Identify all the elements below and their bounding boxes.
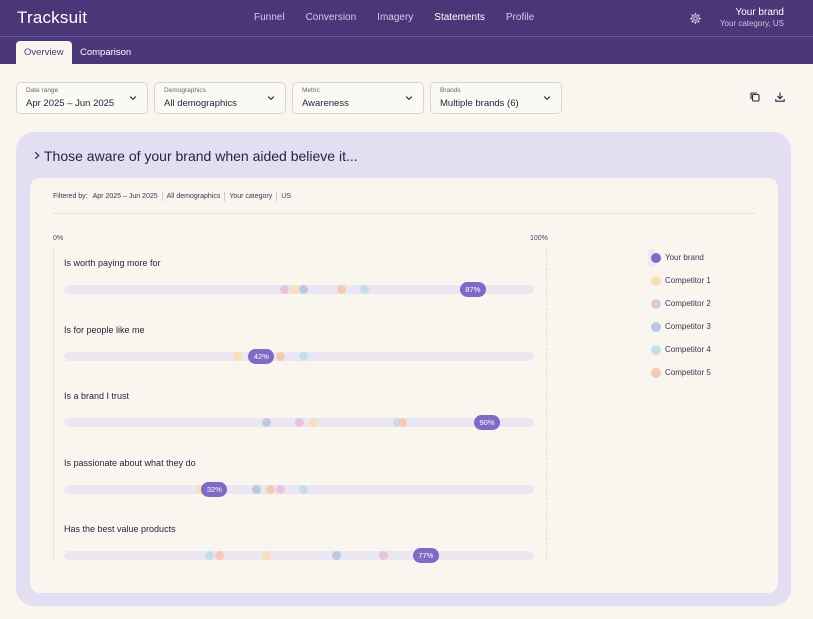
data-point-competitor-5[interactable] [266,484,276,494]
chevron-down-icon [267,96,275,101]
data-point-competitor-5[interactable] [336,285,346,294]
filtered-by-bar: Filtered by: Apr 2025 – Jun 2025 All dem… [53,192,291,201]
view-tabs-bar: Overview Comparison [0,37,813,64]
legend-dot [651,253,661,263]
filtered-by-category: Your category [229,193,273,200]
demographics-select[interactable]: Demographics All demographics [154,82,286,114]
data-point-your-brand[interactable]: 87% [459,282,486,297]
data-point-your-brand[interactable]: 42% [248,348,275,364]
legend-label: Competitor 3 [665,322,711,331]
legend-label: Competitor 5 [665,368,711,377]
statement-label: Has the best value products [64,524,176,534]
axis-line-right [546,248,547,560]
statement-label: Is passionate about what they do [64,457,196,468]
data-point-competitor-4[interactable] [299,351,309,361]
legend-label: Competitor 1 [665,276,711,285]
axis-line-left [53,248,54,560]
filtered-by-region: US [281,193,291,200]
nav-item-imagery[interactable]: Imagery [377,12,413,23]
chevron-down-icon [543,96,551,101]
data-point-competitor-5[interactable] [275,351,285,361]
copy-icon[interactable] [749,91,761,103]
nav-item-profile[interactable]: Profile [506,12,534,23]
filtered-by-date: Apr 2025 – Jun 2025 [92,193,158,200]
account-switcher[interactable]: Your brand Your category, US [720,7,784,28]
data-point-competitor-3[interactable] [252,484,262,494]
panel-title[interactable]: Those aware of your brand when aided bel… [44,148,358,164]
top-navigation-bar: Tracksuit Funnel Conversion Imagery Stat… [0,0,813,37]
chevron-down-icon [405,96,413,101]
axis-min-label: 0% [53,235,64,242]
chevron-down-icon [129,96,137,101]
data-point-competitor-1[interactable] [308,418,318,427]
demographics-label: Demographics [164,87,206,94]
statement-label: Is worth paying more for [64,258,161,268]
legend-item-your-brand[interactable]: Your brand [648,249,704,267]
filtered-by-demographics: All demographics [166,193,221,200]
brands-value: Multiple brands (6) [440,98,519,109]
legend-label: Your brand [665,253,704,262]
divider [224,192,226,201]
brands-label: Brands [440,87,461,94]
legend-label: Competitor 2 [665,299,711,308]
account-category: Your category, US [719,19,784,28]
data-point-your-brand[interactable]: 90% [474,415,500,430]
legend-label: Competitor 4 [665,345,711,354]
brands-select[interactable]: Brands Multiple brands (6) [430,82,562,114]
account-brand-name: Your brand [735,7,784,18]
statement-label: Is a brand I trust [64,391,130,401]
data-point-competitor-3[interactable] [261,418,271,427]
download-icon[interactable] [774,91,786,103]
legend-dot [651,345,661,355]
tracksuit-logo[interactable]: Tracksuit [17,8,87,28]
data-point-competitor-4[interactable] [299,484,309,494]
tab-overview[interactable]: Overview [16,41,72,64]
data-point-your-brand[interactable]: 32% [201,481,228,497]
legend-dot [651,368,661,378]
data-point-competitor-2[interactable] [275,484,285,494]
legend-dot [651,299,661,309]
metric-select[interactable]: Metric Awareness [292,82,424,114]
nav-item-funnel[interactable]: Funnel [254,12,285,23]
metric-value: Awareness [302,98,349,109]
legend-dot [651,276,661,286]
filtered-by-label: Filtered by: [53,193,88,200]
metric-label: Metric [302,87,320,94]
date-range-value: Apr 2025 – Jun 2025 [26,98,115,109]
data-point-competitor-1[interactable] [261,551,271,560]
divider [161,192,163,201]
axis-max-label: 100% [530,235,548,242]
main-nav: Funnel Conversion Imagery Statements Pro… [254,12,555,23]
demographics-value: All demographics [164,98,237,109]
gear-icon[interactable] [689,12,702,25]
data-point-your-brand[interactable]: 77% [412,548,439,563]
divider [276,192,278,201]
nav-item-statements[interactable]: Statements [434,12,485,23]
data-point-competitor-5[interactable] [397,418,407,427]
date-range-label: Date range [26,87,59,94]
data-point-competitor-5[interactable] [214,551,224,560]
date-range-select[interactable]: Date range Apr 2025 – Jun 2025 [16,82,148,114]
statement-track [64,551,534,560]
tab-comparison[interactable]: Comparison [72,41,139,64]
divider [53,213,755,214]
legend-dot [651,322,661,332]
statement-label: Is for people like me [64,324,145,335]
data-point-competitor-2[interactable] [294,418,304,427]
chevron-right-icon[interactable] [33,151,41,160]
nav-item-conversion[interactable]: Conversion [306,12,357,23]
data-point-competitor-1[interactable] [289,285,299,294]
data-point-competitor-1[interactable] [233,351,243,361]
